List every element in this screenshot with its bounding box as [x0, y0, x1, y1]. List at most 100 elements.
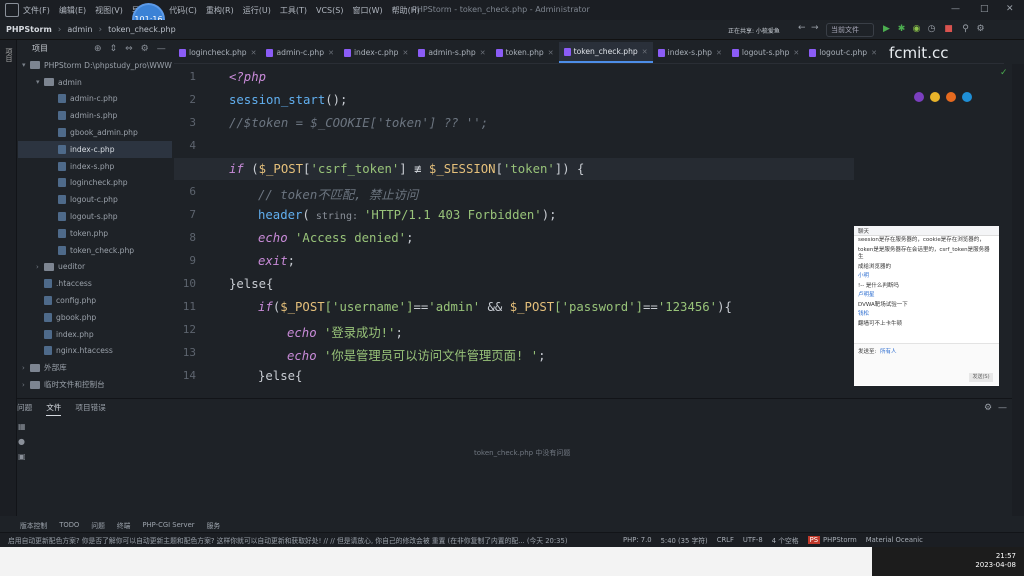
tool-php-cgi-server[interactable]: PHP-CGI Server: [142, 521, 194, 529]
tool-vcs[interactable]: 版本控制: [20, 520, 47, 530]
locate-icon[interactable]: ⊕: [94, 44, 102, 54]
tree-file[interactable]: config.php: [18, 292, 172, 309]
editor-tab[interactable]: token.php ✕: [491, 42, 559, 63]
menu-edit[interactable]: 编辑(E): [59, 5, 86, 16]
editor-tab[interactable]: admin-c.php ✕: [261, 42, 338, 63]
inspection-ok-icon[interactable]: ✓: [1000, 68, 1008, 78]
bulb-icon[interactable]: ●: [18, 437, 25, 446]
breadcrumb-folder[interactable]: admin: [67, 25, 92, 34]
tree-file[interactable]: index-c.php: [18, 140, 172, 158]
close-tab-icon[interactable]: ✕: [793, 49, 799, 57]
tree-folder[interactable]: › 临时文件和控制台: [18, 376, 172, 393]
tab-file[interactable]: 文件: [46, 402, 62, 416]
close-tab-icon[interactable]: ✕: [548, 49, 554, 57]
status-caret-position[interactable]: 5:40 (35 字符): [661, 535, 708, 545]
menu-run[interactable]: 运行(U): [243, 5, 271, 16]
editor-tab[interactable]: index-s.php ✕: [653, 42, 727, 63]
editor-tab[interactable]: logout-c.php ✕: [804, 42, 882, 63]
hide-panel-icon[interactable]: —: [157, 44, 166, 54]
tree-folder[interactable]: › ueditor: [18, 259, 172, 276]
menu-view[interactable]: 视图(V): [95, 5, 123, 16]
tree-file[interactable]: gbook_admin.php: [18, 124, 172, 141]
chevron-right-icon[interactable]: ›: [22, 364, 30, 372]
editor-tab[interactable]: logincheck.php ✕: [174, 42, 261, 63]
chat-input-area[interactable]: 发送至: 所有人 发送(S): [854, 343, 999, 385]
expand-icon[interactable]: ⇕: [110, 44, 118, 54]
status-line-separator[interactable]: CRLF: [717, 536, 734, 544]
tree-file[interactable]: index.php: [18, 326, 172, 343]
tree-file[interactable]: index-s.php: [18, 158, 172, 175]
menu-file[interactable]: 文件(F): [23, 5, 50, 16]
tree-file[interactable]: nginx.htaccess: [18, 343, 172, 360]
close-tab-icon[interactable]: ✕: [716, 49, 722, 57]
close-icon[interactable]: ✕: [1006, 4, 1014, 14]
status-encoding[interactable]: UTF-8: [743, 536, 763, 544]
breadcrumb-project[interactable]: PHPStorm: [6, 25, 52, 34]
close-tab-icon[interactable]: ✕: [480, 49, 486, 57]
code-editor[interactable]: <?php session_start(); //$token = $_COOK…: [174, 66, 854, 388]
tree-file[interactable]: gbook.php: [18, 309, 172, 326]
firefox-icon[interactable]: [946, 92, 956, 102]
tree-file[interactable]: token_check.php: [18, 242, 172, 259]
preview-icon[interactable]: ▣: [18, 452, 26, 461]
project-panel-title[interactable]: 项目: [32, 43, 48, 54]
tree-folder[interactable]: › 外部库: [18, 359, 172, 376]
profile-icon[interactable]: ◷: [927, 25, 936, 34]
tree-file[interactable]: logout-c.php: [18, 191, 172, 208]
settings-icon[interactable]: ⚙: [976, 25, 985, 34]
editor-tab[interactable]: admin-s.php ✕: [413, 42, 490, 63]
breadcrumb-file[interactable]: token_check.php: [108, 25, 176, 34]
close-tab-icon[interactable]: ✕: [403, 49, 409, 57]
chevron-down-icon[interactable]: ▾: [22, 61, 30, 69]
edge-icon[interactable]: [962, 92, 972, 102]
gear-icon[interactable]: ⚙: [984, 403, 992, 413]
chevron-right-icon[interactable]: ›: [22, 381, 30, 389]
search-everywhere-icon[interactable]: ⚲: [961, 25, 970, 34]
send-button[interactable]: 发送(S): [969, 373, 993, 382]
tree-file[interactable]: .htaccess: [18, 275, 172, 292]
filter-icon[interactable]: ▦: [18, 422, 26, 431]
run-config-select[interactable]: 当前文件: [826, 23, 874, 37]
tree-folder[interactable]: ▾ admin: [18, 74, 172, 91]
status-php-version[interactable]: PHP: 7.0: [623, 536, 652, 544]
tool-todo[interactable]: TODO: [59, 521, 79, 529]
menu-window[interactable]: 窗口(W): [352, 5, 382, 16]
status-message[interactable]: 启用自动更新配色方案? 你是否了解你可以自动更新主题和配色方案? 这样你就可以自…: [8, 535, 614, 545]
coverage-icon[interactable]: ◉: [912, 25, 921, 34]
tab-project-errors[interactable]: 项目错误: [75, 402, 105, 416]
hide-panel-icon[interactable]: —: [998, 403, 1007, 413]
close-tab-icon[interactable]: ✕: [251, 49, 257, 57]
tree-file[interactable]: admin-s.php: [18, 107, 172, 124]
chevron-down-icon[interactable]: ▾: [36, 78, 44, 86]
editor-tab[interactable]: index-c.php ✕: [339, 42, 413, 63]
chrome-icon[interactable]: [930, 92, 940, 102]
menu-vcs[interactable]: VCS(S): [316, 6, 343, 15]
menu-tools[interactable]: 工具(T): [280, 5, 307, 16]
chevron-right-icon[interactable]: ›: [36, 263, 44, 271]
tree-folder[interactable]: ▾ PHPStorm D:\phpstudy_pro\WWW\PH: [18, 57, 172, 74]
editor-tab[interactable]: token_check.php ✕: [558, 42, 653, 63]
send-to-select[interactable]: 所有人: [880, 347, 897, 355]
tool-services[interactable]: 服务: [207, 520, 221, 530]
phpstorm-browser-icon[interactable]: [914, 92, 924, 102]
forward-icon[interactable]: →: [811, 23, 819, 33]
tree-file[interactable]: logincheck.php: [18, 175, 172, 192]
tree-file[interactable]: token.php: [18, 225, 172, 242]
project-tool-button[interactable]: 项目: [4, 48, 14, 62]
taskbar-clock[interactable]: 21:57 2023-04-08: [975, 552, 1016, 570]
status-indent[interactable]: 4 个空格: [772, 535, 799, 545]
close-tab-icon[interactable]: ✕: [642, 48, 648, 56]
tool-problems[interactable]: 问题: [91, 520, 105, 530]
gear-icon[interactable]: ⚙: [141, 44, 149, 54]
maximize-icon[interactable]: □: [980, 4, 989, 14]
tab-problems[interactable]: 问题: [17, 402, 32, 416]
stop-icon[interactable]: ■: [944, 25, 953, 34]
chat-window[interactable]: 聊天 seesion是存在服务器的，cookie是存在浏览器的， token是是…: [854, 226, 999, 386]
status-app[interactable]: PHPStorm: [823, 536, 857, 544]
debug-icon[interactable]: ✱: [897, 25, 906, 34]
close-tab-icon[interactable]: ✕: [871, 49, 877, 57]
menu-code[interactable]: 代码(C): [169, 5, 197, 16]
tool-terminal[interactable]: 终端: [117, 520, 131, 530]
editor-tab[interactable]: logout-s.php ✕: [727, 42, 804, 63]
run-icon[interactable]: ▶: [882, 25, 891, 34]
